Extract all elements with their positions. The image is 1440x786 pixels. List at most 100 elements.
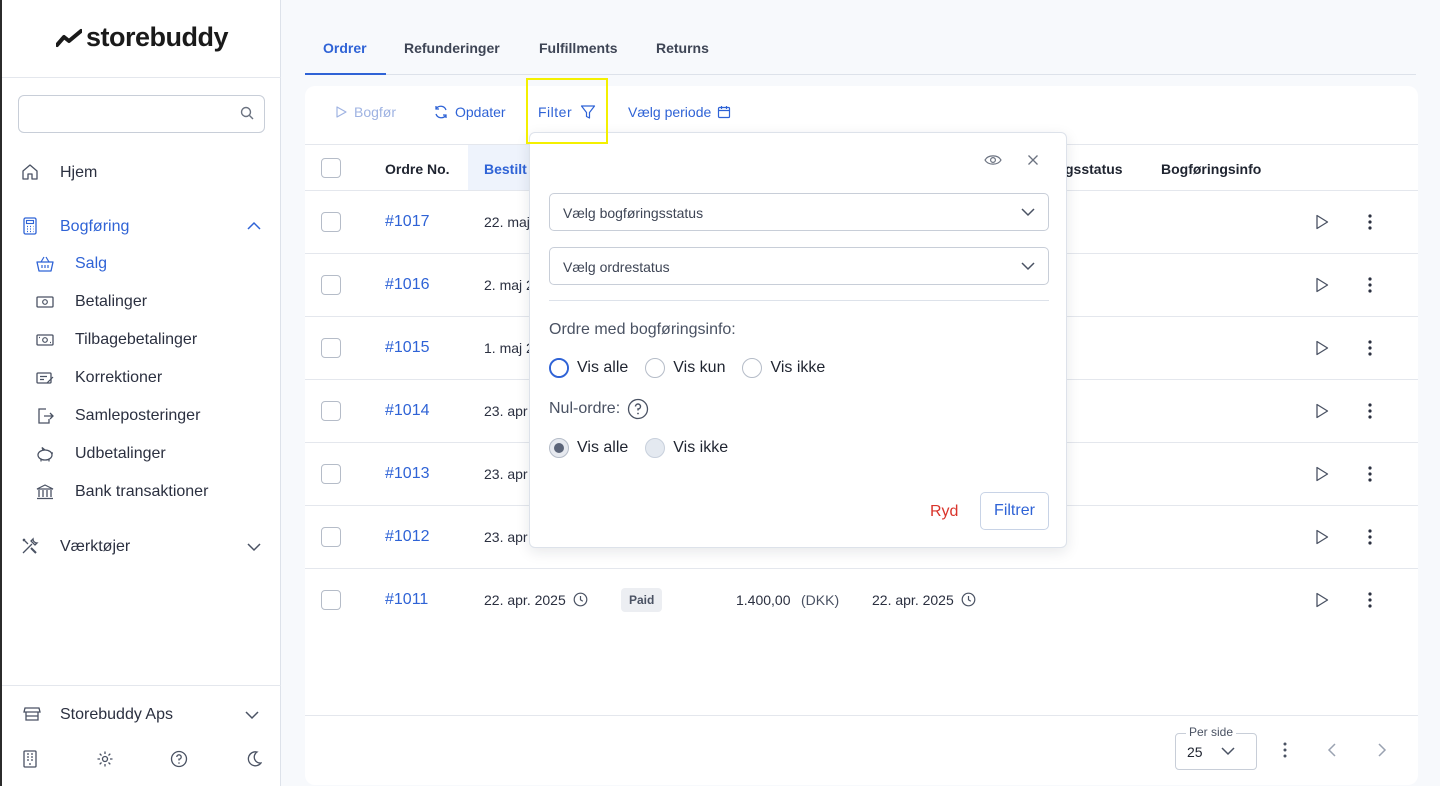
play-icon[interactable] bbox=[1315, 340, 1329, 356]
play-icon[interactable] bbox=[1315, 592, 1329, 608]
table-row[interactable]: #1011 22. apr. 2025 Paid 1.400,00 (DKK) … bbox=[305, 569, 1418, 632]
order-link[interactable]: #1016 bbox=[385, 276, 430, 294]
radio-button[interactable] bbox=[645, 358, 666, 378]
sidebar-item-udbetalinger[interactable]: Udbetalinger bbox=[35, 444, 265, 464]
refresh-button-label: Opdater bbox=[455, 104, 506, 120]
sidebar-item-samleposteringer[interactable]: Samleposteringer bbox=[35, 406, 265, 426]
column-header-order-no[interactable]: Ordre No. bbox=[385, 161, 450, 177]
radio-button[interactable] bbox=[645, 438, 666, 458]
active-tab-indicator bbox=[305, 73, 386, 75]
more-vertical-icon[interactable] bbox=[1367, 529, 1373, 545]
play-icon[interactable] bbox=[1315, 277, 1329, 293]
export-icon bbox=[35, 406, 55, 426]
clear-button[interactable]: Ryd bbox=[930, 503, 958, 521]
radio-posting-info-show-only[interactable]: Vis kun bbox=[645, 358, 725, 378]
moon-icon[interactable] bbox=[246, 750, 262, 768]
column-header-posting-status[interactable]: gsstatus bbox=[1065, 161, 1123, 177]
tab-fulfillments[interactable]: Fulfillments bbox=[539, 40, 618, 56]
more-vertical-icon[interactable] bbox=[1367, 340, 1373, 356]
posting-date: 22. apr. 2025 bbox=[872, 592, 954, 608]
apply-filter-button[interactable]: Filtrer bbox=[980, 492, 1049, 530]
filter-button[interactable]: Filter bbox=[538, 104, 596, 120]
close-icon[interactable] bbox=[1027, 154, 1039, 166]
column-header-ordered[interactable]: Bestilt bbox=[484, 161, 529, 177]
sidebar-item-betalinger[interactable]: Betalinger bbox=[35, 292, 265, 312]
radio-label: Vis kun bbox=[673, 359, 726, 376]
row-checkbox[interactable] bbox=[321, 212, 341, 232]
sidebar-item-salg[interactable]: Salg bbox=[35, 254, 265, 274]
order-link[interactable]: #1013 bbox=[385, 465, 430, 483]
row-checkbox[interactable] bbox=[321, 275, 341, 295]
radio-posting-info-show-all[interactable]: Vis alle bbox=[549, 358, 628, 378]
help-icon[interactable] bbox=[627, 398, 649, 420]
radio-zero-order-show-all[interactable]: Vis alle bbox=[549, 438, 628, 458]
sidebar-item-label: Hjem bbox=[60, 164, 98, 181]
refresh-button[interactable]: Opdater bbox=[433, 104, 506, 120]
play-icon[interactable] bbox=[1315, 403, 1329, 419]
radio-posting-info-hide[interactable]: Vis ikke bbox=[742, 358, 825, 378]
chevron-left-icon[interactable] bbox=[1326, 742, 1338, 758]
radio-label: Vis ikke bbox=[673, 439, 729, 456]
more-vertical-icon[interactable] bbox=[1367, 592, 1373, 608]
order-link[interactable]: #1015 bbox=[385, 339, 430, 357]
divider bbox=[549, 300, 1049, 301]
more-vertical-icon[interactable] bbox=[1282, 742, 1288, 758]
row-checkbox[interactable] bbox=[321, 338, 341, 358]
building-icon[interactable] bbox=[22, 750, 38, 768]
refund-icon bbox=[35, 330, 55, 350]
row-checkbox[interactable] bbox=[321, 590, 341, 610]
play-icon[interactable] bbox=[1315, 529, 1329, 545]
more-vertical-icon[interactable] bbox=[1367, 403, 1373, 419]
basket-icon bbox=[35, 254, 55, 274]
more-vertical-icon[interactable] bbox=[1367, 277, 1373, 293]
order-status-placeholder: Vælg ordrestatus bbox=[563, 259, 670, 275]
order-date: 23. apr bbox=[484, 529, 528, 545]
sidebar-item-tilbagebetalinger[interactable]: Tilbagebetalinger bbox=[35, 330, 265, 350]
sidebar-item-vaerktojer[interactable]: Værktøjer bbox=[20, 536, 265, 556]
row-checkbox[interactable] bbox=[321, 401, 341, 421]
sidebar-item-korrektioner[interactable]: Korrektioner bbox=[35, 368, 265, 388]
more-vertical-icon[interactable] bbox=[1367, 466, 1373, 482]
row-checkbox[interactable] bbox=[321, 527, 341, 547]
order-date: 22. maj bbox=[484, 214, 530, 230]
sidebar-item-hjem[interactable]: Hjem bbox=[20, 162, 265, 182]
chevron-down-icon[interactable] bbox=[246, 540, 262, 554]
sidebar-item-bank-transaktioner[interactable]: Bank transaktioner bbox=[35, 482, 265, 502]
order-link[interactable]: #1012 bbox=[385, 528, 430, 546]
period-button[interactable]: Vælg periode bbox=[628, 104, 731, 120]
posting-status-select[interactable]: Vælg bogføringsstatus bbox=[549, 193, 1049, 231]
help-icon[interactable] bbox=[170, 750, 188, 768]
order-link[interactable]: #1014 bbox=[385, 402, 430, 420]
chevron-up-icon[interactable] bbox=[246, 219, 262, 233]
gear-icon[interactable] bbox=[96, 750, 114, 768]
more-vertical-icon[interactable] bbox=[1367, 214, 1373, 230]
radio-button-selected[interactable] bbox=[549, 438, 569, 458]
chevron-down-icon[interactable] bbox=[244, 708, 260, 722]
chevron-down-icon bbox=[1020, 260, 1036, 272]
play-icon[interactable] bbox=[1315, 214, 1329, 230]
order-link[interactable]: #1017 bbox=[385, 213, 430, 231]
sidebar-item-label: Bogføring bbox=[60, 218, 130, 235]
tab-returns[interactable]: Returns bbox=[656, 40, 709, 56]
order-date: 23. apr bbox=[484, 466, 528, 482]
radio-zero-order-hide[interactable]: Vis ikke bbox=[645, 438, 728, 458]
radio-button-selected[interactable] bbox=[549, 358, 569, 378]
eye-icon[interactable] bbox=[984, 153, 1002, 167]
radio-button[interactable] bbox=[742, 358, 763, 378]
tab-refunderinger[interactable]: Refunderinger bbox=[404, 40, 500, 56]
order-status-select[interactable]: Vælg ordrestatus bbox=[549, 247, 1049, 285]
row-checkbox[interactable] bbox=[321, 464, 341, 484]
search-input[interactable] bbox=[18, 95, 265, 133]
play-icon[interactable] bbox=[1315, 466, 1329, 482]
chevron-right-icon[interactable] bbox=[1376, 742, 1388, 758]
select-all-checkbox[interactable] bbox=[321, 158, 341, 178]
company-switcher[interactable]: Storebuddy Aps bbox=[22, 704, 265, 724]
column-header-posting-info[interactable]: Bogføringsinfo bbox=[1161, 161, 1261, 177]
order-currency: (DKK) bbox=[801, 592, 840, 608]
search-icon bbox=[240, 106, 254, 120]
tab-ordrer[interactable]: Ordrer bbox=[323, 40, 367, 56]
post-button[interactable]: Bogfør bbox=[334, 104, 396, 120]
order-link[interactable]: #1011 bbox=[385, 591, 428, 609]
sidebar-item-bogforing[interactable]: Bogføring bbox=[20, 216, 265, 236]
post-button-label: Bogfør bbox=[354, 104, 397, 120]
